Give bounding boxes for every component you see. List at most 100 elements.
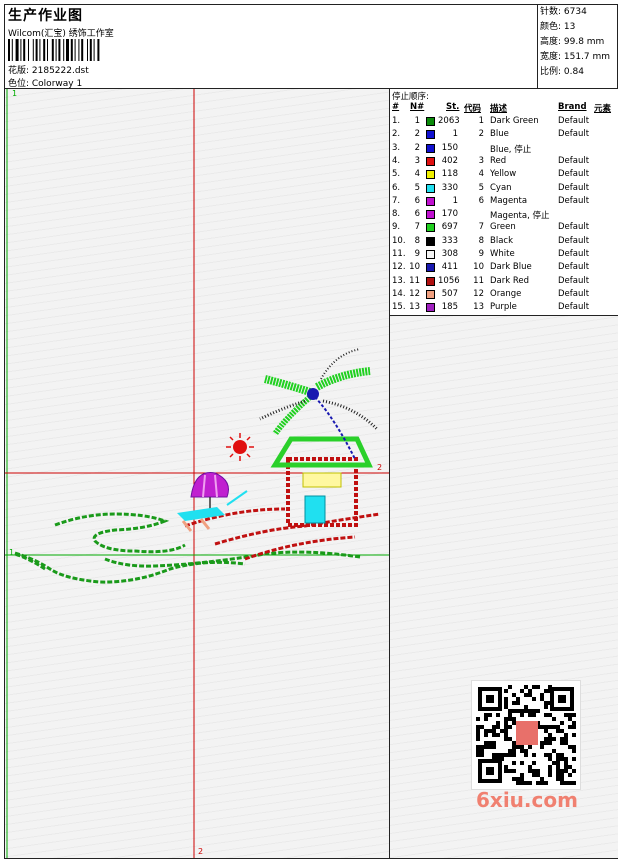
cell-idx: 11. <box>392 249 406 259</box>
cell-brand: Default <box>558 222 590 233</box>
cell-desc: Orange <box>490 288 522 299</box>
watermark-site: 6xiu.com <box>476 788 578 812</box>
design-canvas[interactable]: 1 1 2 2 <box>5 89 390 858</box>
color-swatch <box>426 210 435 220</box>
color-swatch <box>426 183 435 193</box>
barcode-icon <box>8 39 100 61</box>
house <box>270 436 373 527</box>
table-row: 4. 3 402 3 Red Default <box>390 156 618 169</box>
cell-code: 8 <box>478 235 484 246</box>
cell-brand: Default <box>558 195 590 206</box>
colorway: 色位: Colorway 1 <box>8 79 83 89</box>
cell-desc: Red <box>490 155 507 166</box>
table-row: 1. 1 2063 1 Dark Green Default <box>390 116 618 129</box>
sheet-title: 生产作业图 <box>8 8 83 24</box>
color-swatch <box>426 156 435 166</box>
cell-brand: Default <box>558 155 590 166</box>
marker-right: 2 <box>377 463 383 472</box>
cell-st: 118 <box>441 169 458 180</box>
stat-scale: 比例: 0.84 <box>540 67 584 77</box>
color-swatch <box>426 130 435 140</box>
cell-st: 1056 <box>438 275 460 286</box>
color-swatch <box>426 263 435 273</box>
cell-n: 13 <box>409 302 420 313</box>
cell-idx: 3. <box>392 142 401 153</box>
cell-st: 1 <box>452 195 458 206</box>
cell-idx: 6. <box>392 182 401 193</box>
cell-code: 5 <box>478 182 484 193</box>
color-swatch <box>426 289 435 299</box>
sheet-subtitle: Wilcom(汇宝) 绣饰工作室 <box>8 29 114 39</box>
cell-idx: 5. <box>392 169 401 180</box>
table-row: 6. 5 330 5 Cyan Default <box>390 183 618 196</box>
cell-idx: 7. <box>392 195 401 206</box>
cell-n: 8 <box>414 235 420 246</box>
cell-st: 402 <box>441 155 458 166</box>
table-row: 2. 2 1 2 Blue Default <box>390 129 618 142</box>
stats-panel: 针数: 6734 颜色: 13 高度: 99.8 mm 宽度: 151.7 mm… <box>537 4 618 88</box>
col-index: # <box>392 102 400 112</box>
cell-desc: Blue, 停止 <box>490 144 532 155</box>
cell-code: 9 <box>478 249 484 259</box>
cell-st: 308 <box>441 249 458 259</box>
stat-width: 宽度: 151.7 mm <box>540 52 611 62</box>
cell-n: 4 <box>414 169 420 180</box>
cell-st: 411 <box>441 262 458 273</box>
cell-n: 6 <box>414 195 420 206</box>
cell-st: 185 <box>441 302 458 313</box>
cell-st: 507 <box>441 288 458 299</box>
color-swatch <box>426 223 435 233</box>
cell-code: 7 <box>478 222 484 233</box>
table-row: 12. 10 411 10 Dark Blue Default <box>390 262 618 275</box>
color-swatch <box>426 170 435 180</box>
table-row: 13. 11 1056 11 Dark Red Default <box>390 276 618 289</box>
color-swatch <box>426 196 435 206</box>
cell-brand: Default <box>558 182 590 193</box>
cell-idx: 2. <box>392 129 401 140</box>
cell-n: 2 <box>414 129 420 140</box>
marker-left: 1 <box>9 548 15 557</box>
cell-idx: 4. <box>392 155 401 166</box>
table-row: 3. 2 150 Blue, 停止 <box>390 143 618 156</box>
cell-st: 170 <box>441 209 458 220</box>
cell-brand: Default <box>558 288 590 299</box>
cell-n: 9 <box>414 249 420 259</box>
cell-n: 1 <box>414 116 420 126</box>
cell-desc: Dark Red <box>490 275 530 286</box>
cell-desc: Dark Blue <box>490 262 532 273</box>
stat-stitches: 针数: 6734 <box>540 7 587 17</box>
cell-code: 10 <box>473 262 484 273</box>
stat-colors: 颜色: 13 <box>540 22 576 32</box>
cell-code: 1 <box>478 116 484 126</box>
cell-n: 12 <box>409 288 420 299</box>
table-row: 9. 7 697 7 Green Default <box>390 222 618 235</box>
qr-code-icon[interactable] <box>471 680 581 790</box>
embroidery-preview <box>5 89 389 858</box>
cell-desc: Purple <box>490 302 517 313</box>
cell-desc: White <box>490 249 515 259</box>
cell-idx: 9. <box>392 222 401 233</box>
cell-brand: Default <box>558 302 590 313</box>
cell-desc: Green <box>490 222 516 233</box>
cell-idx: 1. <box>392 116 401 126</box>
design-file: 花版: 2185222.dst <box>8 66 89 76</box>
cell-desc: Black <box>490 235 513 246</box>
cell-desc: Blue <box>490 129 509 140</box>
col-code: 代码 <box>464 104 482 114</box>
cell-code: 2 <box>478 129 484 140</box>
table-row: 14. 12 507 12 Orange Default <box>390 289 618 302</box>
table-row: 15. 13 185 13 Purple Default <box>390 302 618 315</box>
cell-idx: 12. <box>392 262 406 273</box>
table-heading: 停止顺序: <box>392 92 429 102</box>
marker-bottom: 2 <box>198 847 204 856</box>
cell-idx: 10. <box>392 235 406 246</box>
cell-st: 333 <box>441 235 458 246</box>
table-row: 7. 6 1 6 Magenta Default <box>390 196 618 209</box>
cell-desc: Cyan <box>490 182 512 193</box>
stop-sequence-table: 停止顺序: # N# St. 代码 描述 Brand 元素 1. 1 2063 1 Da… <box>390 89 618 316</box>
cell-n: 10 <box>409 262 420 273</box>
color-swatch <box>426 117 435 126</box>
cell-n: 2 <box>414 142 420 153</box>
beach-umbrella <box>177 472 248 532</box>
col-element: 元素 <box>594 104 612 114</box>
